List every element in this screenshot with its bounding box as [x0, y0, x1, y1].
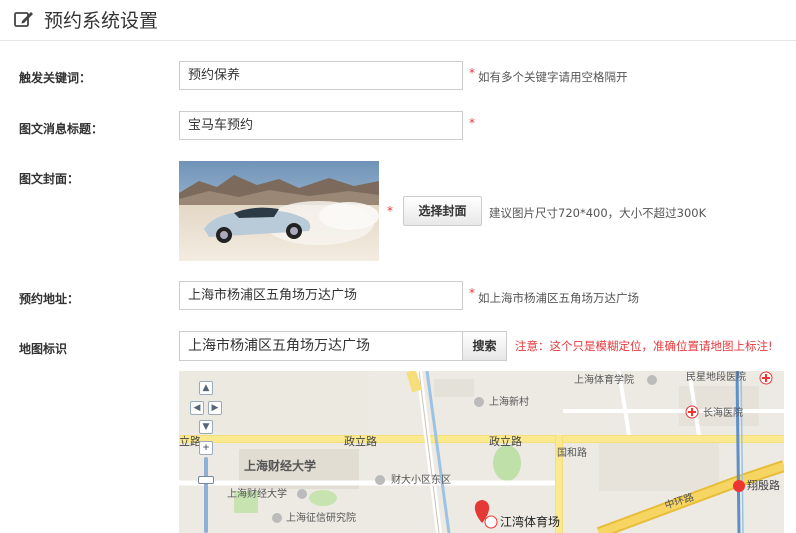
map-label: 江湾体育场 — [500, 514, 560, 529]
news-title-label: 图文消息标题： — [19, 122, 104, 136]
map-label: 财大小区东区 — [391, 473, 451, 486]
required-mark: * — [469, 66, 475, 80]
map-label: 民星地段医院 — [686, 371, 746, 383]
map-zoom-control: ▲ ◀ ▶ ▼ + — [188, 380, 228, 533]
edit-icon — [14, 12, 33, 27]
map-label: 上海财经大学 — [244, 458, 316, 473]
map-label: 政立路 — [489, 434, 522, 448]
pan-down-icon[interactable]: ▼ — [199, 420, 213, 434]
map-label: 政立路 — [344, 434, 377, 448]
cover-hint: 建议图片尺寸720*400，大小不超过300K — [489, 206, 707, 220]
keyword-input[interactable]: 预约保养 — [179, 61, 463, 90]
zoom-slider-track[interactable] — [204, 457, 208, 533]
map-label: 上海体育学院 — [574, 373, 634, 386]
map-label: 上海新村 — [489, 395, 529, 408]
pan-left-icon[interactable]: ◀ — [190, 401, 204, 415]
required-mark: * — [469, 116, 475, 130]
zoom-slider-handle[interactable] — [198, 476, 214, 484]
cover-label: 图文封面： — [19, 172, 80, 186]
map-label: 翔殷路 — [747, 478, 780, 492]
map-search-button[interactable]: 搜索 — [462, 331, 507, 361]
news-title-input[interactable]: 宝马车预约 — [179, 111, 463, 140]
keyword-label: 触发关键词： — [19, 71, 92, 85]
map-label: 长海医院 — [703, 406, 743, 419]
map-warning: 注意：这个只是模糊定位，准确位置请地图上标注! — [515, 339, 773, 353]
map-search-input[interactable]: 上海市杨浦区五角场万达广场 — [179, 331, 463, 361]
map-canvas[interactable]: 上海体育学院 民星地段医院 上海新村 长海医院 立路 政立路 政立路 上海财经大… — [179, 371, 784, 533]
zoom-in-icon[interactable]: + — [199, 441, 213, 455]
address-input[interactable]: 上海市杨浦区五角场万达广场 — [179, 281, 463, 310]
map-label: 上海征信研究院 — [286, 511, 356, 524]
address-hint: 如上海市杨浦区五角场万达广场 — [478, 291, 639, 305]
keyword-hint: 如有多个关键字请用空格隔开 — [478, 70, 628, 84]
select-cover-button[interactable]: 选择封面 — [403, 196, 482, 226]
page-header: 预约系统设置 — [0, 0, 796, 41]
map-label: 上海财经大学 — [227, 487, 287, 500]
cover-image — [179, 161, 379, 261]
pan-right-icon[interactable]: ▶ — [208, 401, 222, 415]
required-mark: * — [469, 286, 475, 300]
page-title: 预约系统设置 — [44, 10, 159, 32]
pan-up-icon[interactable]: ▲ — [199, 381, 213, 395]
map-marker-label: 地图标识 — [19, 342, 68, 356]
map-label: 国和路 — [557, 446, 587, 459]
address-label: 预约地址： — [19, 292, 80, 306]
required-mark: * — [387, 204, 393, 218]
